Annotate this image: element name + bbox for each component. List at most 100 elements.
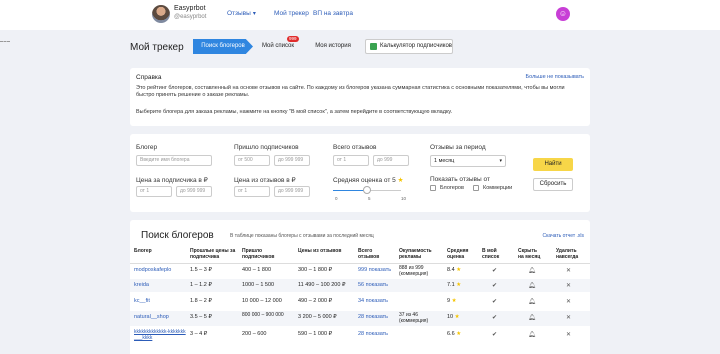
nav-reviews-label: Отзывы [227, 10, 251, 17]
reviews-link[interactable]: 28 показать [358, 331, 388, 337]
blogger-label: Блогер [136, 144, 158, 151]
review-price: 300 – 1 800 ₽ [298, 267, 333, 273]
table-row: kkkkkkkkkkkkk-kkkkkkk___kkkk 3 – 4 ₽ 200… [130, 328, 590, 343]
user-icon[interactable]: ☺ [556, 7, 570, 21]
download-report-link[interactable]: Скачать отчет .xls [543, 233, 585, 239]
rating-slider-fill [333, 190, 367, 191]
roi-value: 888 из 999 (коммерция) [399, 265, 429, 277]
price-label: Цена за подписчика в ₽ [136, 177, 208, 184]
rating-number: 9 [447, 298, 451, 304]
review-price-from-input[interactable]: от 1 [234, 186, 270, 197]
star-icon: ★ [397, 177, 404, 184]
review-price: 490 – 2 000 ₽ [298, 298, 333, 304]
nav-tracker[interactable]: Мой трекер [274, 10, 309, 17]
roi-value: 37 из 46 (коммерция) [399, 312, 429, 324]
reviews-to-input[interactable]: до 999 [373, 155, 409, 166]
close-icon[interactable]: ✕ [566, 298, 571, 305]
checkmark-icon[interactable]: ✔ [492, 331, 497, 338]
reviews-link[interactable]: 56 показать [358, 282, 388, 288]
calculator-button[interactable]: Калькулятор подписчиков [365, 39, 453, 54]
commerce-checkbox-label: Коммерции [483, 185, 513, 191]
bloggers-checkbox[interactable] [430, 185, 436, 191]
find-button[interactable]: Найти [533, 158, 573, 171]
subs-to-input[interactable]: до 999 999 [274, 155, 310, 166]
help-hide-link[interactable]: Больше не показывать [526, 74, 584, 80]
reviews-link[interactable]: 28 показать [358, 314, 388, 320]
reset-button[interactable]: Сбросить [533, 178, 573, 191]
reviews-link[interactable]: 999 показать [358, 267, 391, 273]
column-header: Пришло подписчиков [242, 248, 275, 260]
checkmark-icon[interactable]: ✔ [492, 298, 497, 305]
blogger-link[interactable]: kc__fit [134, 298, 150, 304]
blogger-link[interactable]: modposkafeplo [134, 267, 171, 273]
subs-count: 800 000 – 900 000 [242, 312, 284, 318]
blogger-link[interactable]: kreida [134, 282, 149, 288]
blogger-link[interactable]: kkkkkkkkkkkkk-kkkkkkk___kkkk [134, 329, 188, 341]
subs-from-input[interactable]: от 500 [234, 155, 270, 166]
calculator-button-label: Калькулятор подписчиков [380, 43, 452, 49]
slider-tick: 10 [401, 196, 407, 201]
checkmark-icon[interactable]: ✔ [492, 314, 497, 321]
divider [0, 41, 10, 42]
past-price: 3.5 – 5 ₽ [190, 314, 212, 320]
table-row: modposkafeplo 1.5 – 3 ₽ 400 – 1 800 300 … [130, 264, 590, 277]
column-header: Окупаемость рекламы [399, 248, 432, 260]
reviews-link[interactable]: 34 показать [358, 298, 388, 304]
commerce-checkbox[interactable] [473, 185, 479, 191]
period-select[interactable]: 1 месяц ▾ [430, 155, 506, 167]
slider-tick: 5 [368, 196, 371, 201]
bell-icon[interactable]: 🔔︎ [528, 314, 536, 321]
price-from-input[interactable]: от 1 [136, 186, 172, 197]
user-handle: @easyprbot [174, 14, 207, 20]
nav-tomorrow[interactable]: ВП на завтра [313, 10, 353, 17]
review-price-to-input[interactable]: до 999 999 [274, 186, 310, 197]
subs-count: 10 000 – 12 000 [242, 298, 282, 304]
checkmark-icon[interactable]: ✔ [492, 267, 497, 274]
rating-number: 7.1 [447, 282, 455, 288]
tab-search-bloggers[interactable]: Поиск блогеров [193, 39, 253, 54]
help-text: Это рейтинг блогеров, составленный на ос… [136, 85, 565, 98]
blogger-input[interactable]: Введите имя блогера [136, 155, 212, 166]
bell-icon[interactable]: 🔔︎ [528, 282, 536, 289]
rating-label: Средняя оценка от 5 ★ [333, 176, 403, 184]
table-row: kreida 1 – 1.2 ₽ 1000 – 1 500 11 490 – 1… [130, 279, 590, 292]
calculator-icon [370, 43, 377, 50]
help-card: Справка Больше не показывать Это рейтинг… [130, 68, 590, 126]
past-price: 1 – 1.2 ₽ [190, 282, 212, 288]
rating-label-text: Средняя оценка от 5 [333, 177, 396, 184]
rating-value: 7.1 ★ [447, 282, 461, 288]
blogger-link[interactable]: natural__shop [134, 314, 169, 320]
column-header: Всего отзывов [358, 248, 380, 260]
column-header: Скрыть на месяц [518, 248, 541, 260]
search-card: Поиск блогеров В таблице показаны блогер… [130, 220, 590, 354]
rating-slider-handle[interactable] [363, 186, 371, 194]
search-title: Поиск блогеров [141, 230, 214, 241]
star-icon: ★ [451, 298, 457, 304]
checkmark-icon[interactable]: ✔ [492, 282, 497, 289]
rating-number: 10 [447, 314, 454, 320]
nav-reviews[interactable]: Отзывы ▾ [227, 10, 256, 17]
column-header: Блогер [134, 248, 152, 254]
bell-icon[interactable]: 🔔︎ [528, 267, 536, 274]
tab-my-history[interactable]: Моя история [303, 39, 363, 54]
close-icon[interactable]: ✕ [566, 282, 571, 289]
bell-icon[interactable]: 🔔︎ [528, 331, 536, 338]
filter-card: Блогер Введите имя блогера Пришло подпис… [130, 134, 590, 212]
close-icon[interactable]: ✕ [566, 331, 571, 338]
star-icon: ★ [456, 331, 462, 337]
star-icon: ★ [456, 267, 462, 273]
avatar[interactable] [152, 5, 170, 23]
subs-count: 400 – 1 800 [242, 267, 272, 273]
close-icon[interactable]: ✕ [566, 267, 571, 274]
reviews-from-input[interactable]: от 1 [333, 155, 369, 166]
column-header: Цены из отзывов [298, 248, 342, 254]
past-price: 1.5 – 3 ₽ [190, 267, 212, 273]
chevron-down-icon: ▾ [499, 158, 502, 164]
bell-icon[interactable]: 🔔︎ [528, 298, 536, 305]
user-name[interactable]: Easyprbot [174, 5, 206, 12]
review-price-label: Цена из отзывов в ₽ [234, 177, 296, 184]
subs-label: Пришло подписчиков [234, 144, 299, 151]
price-to-input[interactable]: до 999 999 [176, 186, 212, 197]
close-icon[interactable]: ✕ [566, 314, 571, 321]
review-price: 590 – 1 000 ₽ [298, 331, 333, 337]
